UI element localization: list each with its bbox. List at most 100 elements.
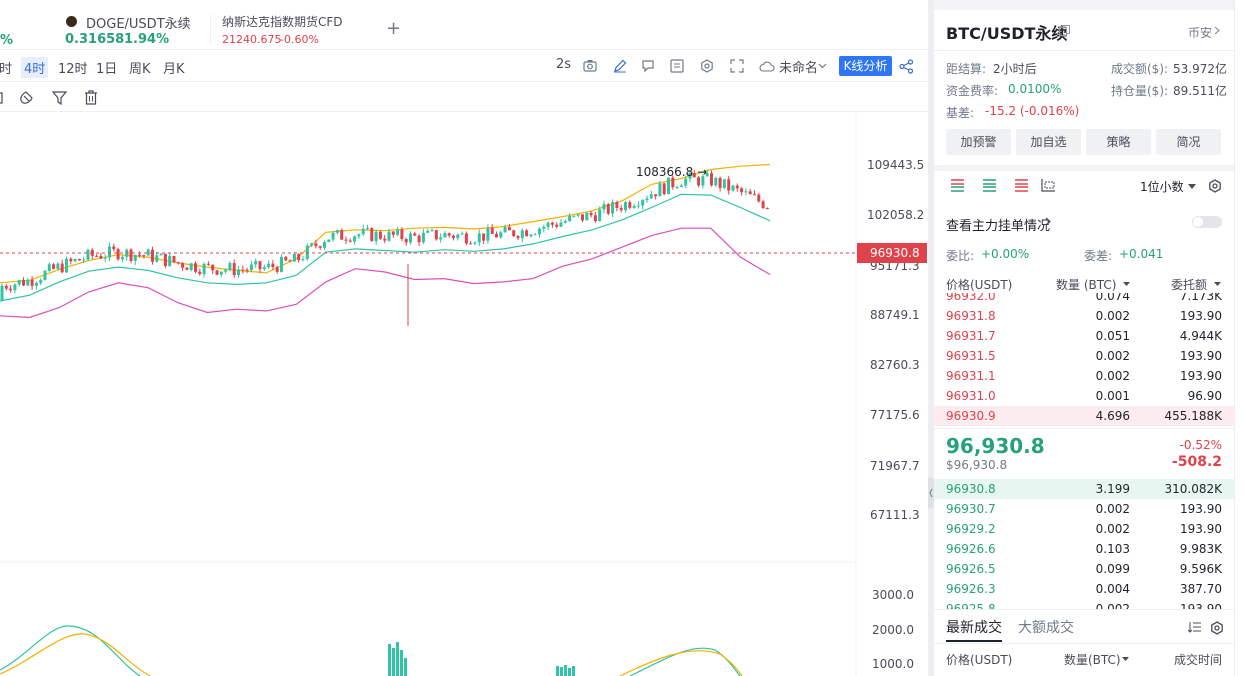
candle-body <box>473 242 477 244</box>
candle-body <box>589 212 593 216</box>
candle-body <box>56 263 60 269</box>
camera-icon[interactable] <box>583 59 597 73</box>
ask-total: 193.90 <box>1180 369 1222 383</box>
layout-name[interactable]: 未命名 <box>779 57 818 76</box>
candle-body <box>245 269 249 271</box>
settings-icon[interactable] <box>700 59 714 73</box>
filter-icon[interactable] <box>52 90 67 106</box>
chevron-right-icon[interactable] <box>1214 26 1220 35</box>
copy-icon[interactable] <box>1059 25 1070 36</box>
ask-row[interactable]: 96931.8 0.002 193.90 <box>934 306 1234 326</box>
tf-month[interactable]: 月K <box>160 57 188 78</box>
ask-row[interactable]: 96931.0 0.001 96.90 <box>934 386 1234 406</box>
candle-body <box>108 246 111 258</box>
candle-body <box>99 255 103 259</box>
annotate-icon[interactable] <box>641 59 655 73</box>
candle-body <box>215 270 219 275</box>
tf-1d[interactable]: 1日 <box>93 57 120 78</box>
chevron-down-icon[interactable] <box>1214 282 1221 286</box>
chevron-right-icon[interactable] <box>1045 217 1051 226</box>
ask-row[interactable]: 96931.5 0.002 193.90 <box>934 346 1234 366</box>
kline-analysis-button[interactable]: K线分析 <box>839 56 892 76</box>
asks-list: 96932.0 0.074 7.173K 96931.8 0.002 193.90 96… <box>934 293 1234 439</box>
add-tab-button[interactable]: + <box>386 18 401 39</box>
decimals-select[interactable]: 1位小数 <box>1140 178 1184 195</box>
bid-row[interactable]: 96926.5 0.099 9.596K <box>934 559 1234 579</box>
pencil-icon[interactable] <box>613 59 627 73</box>
chevron-down-icon[interactable] <box>1123 282 1130 286</box>
tab-latest-trades[interactable]: 最新成交 <box>946 617 1002 637</box>
candle-body <box>520 230 524 239</box>
candle-body <box>159 253 163 256</box>
candle-body <box>13 284 17 291</box>
candle-body <box>568 215 572 222</box>
ticker-nasdaq-name: 纳斯达克指数期货CFD <box>222 15 343 29</box>
exchange-link[interactable]: 币安 <box>1188 24 1212 41</box>
market-panel: BTC/USDT永续 币安 距结算: 2小时后 成交额($): 53.972亿 … <box>934 10 1234 676</box>
fullscreen-icon[interactable] <box>730 59 744 73</box>
add-watchlist-button[interactable]: 加自选 <box>1016 129 1081 155</box>
indicator-template-icon[interactable] <box>670 59 684 73</box>
symbol-title: BTC/USDT永续 <box>946 24 1068 43</box>
col-total[interactable]: 委托额 <box>1171 276 1207 293</box>
orderbook-asks-icon[interactable] <box>1014 178 1029 192</box>
orderbook-settings-icon[interactable] <box>1208 179 1222 193</box>
change-absolute: -508.2 <box>1171 454 1222 470</box>
tf-4h[interactable]: 4时 <box>21 57 49 78</box>
col-qty[interactable]: 数量 (BTC) <box>1056 276 1116 293</box>
strategy-button[interactable]: 策略 <box>1086 129 1151 155</box>
overview-button[interactable]: 简况 <box>1156 129 1221 155</box>
chevron-down-icon[interactable] <box>1122 657 1129 661</box>
ask-row[interactable]: 96931.7 0.051 4.944K <box>934 326 1234 346</box>
bid-row[interactable]: 96929.2 0.002 193.90 <box>934 519 1234 539</box>
interval-label[interactable]: 2s <box>556 57 571 72</box>
ask-row[interactable]: 96931.1 0.002 193.90 <box>934 366 1234 386</box>
candle-body <box>624 202 627 211</box>
candle-body <box>262 267 266 270</box>
tf-12h[interactable]: 12时 <box>55 57 91 78</box>
candle-body <box>361 228 365 235</box>
trades-settings-icon[interactable] <box>1210 621 1224 635</box>
tf-week[interactable]: 周K <box>126 57 154 78</box>
depth-toggle[interactable] <box>1192 216 1222 228</box>
orderbook-depth-icon[interactable] <box>1041 178 1056 192</box>
bid-row-highlight[interactable]: 96930.8 3.199 310.082K <box>934 479 1234 499</box>
ask-row-highlight[interactable]: 96930.9 4.696 455.188K <box>934 406 1234 426</box>
depth-label[interactable]: 查看主力挂单情况 <box>946 215 1050 234</box>
magnet-icon[interactable] <box>19 90 35 106</box>
trade-col-qty[interactable]: 数量(BTC) <box>1064 651 1121 668</box>
ask-qty: 0.002 <box>1095 349 1130 363</box>
add-alert-button[interactable]: 加预警 <box>946 129 1011 155</box>
bid-row[interactable]: 96930.7 0.002 193.90 <box>934 499 1234 519</box>
ask-qty: 0.002 <box>1095 369 1130 383</box>
candle-body <box>602 204 606 210</box>
price-chart[interactable]: 108366.8 → 109443.5 102058.2 95171.3 887… <box>0 114 928 676</box>
cursor-tool-icon[interactable] <box>0 91 6 105</box>
orderbook-bids-icon[interactable] <box>982 178 997 192</box>
ask-price: 96931.0 <box>946 389 996 403</box>
divider <box>934 50 1234 51</box>
tf-hour[interactable]: 时 <box>0 57 15 78</box>
candle-body <box>503 227 507 233</box>
price-axis-label: 82760.3 <box>870 358 920 372</box>
ask-row[interactable]: 96932.0 0.074 7.173K <box>934 293 1234 306</box>
bid-row[interactable]: 96925.8 0.002 193.90 <box>934 599 1234 609</box>
tab-large-trades[interactable]: 大额成交 <box>1018 617 1074 637</box>
band-line-0 <box>0 163 771 284</box>
bid-row[interactable]: 96926.3 0.004 387.70 <box>934 579 1234 599</box>
candle-body <box>426 230 430 233</box>
orderbook-both-icon[interactable] <box>950 178 965 192</box>
candle-body <box>722 179 726 188</box>
candle-body <box>417 235 421 243</box>
candle-body <box>185 267 189 270</box>
divider <box>934 428 1234 429</box>
chevron-down-icon[interactable] <box>818 63 827 69</box>
chevron-down-icon[interactable] <box>1188 184 1196 189</box>
bid-row[interactable]: 96926.6 0.103 9.983K <box>934 539 1234 559</box>
divider <box>934 609 1234 610</box>
share-icon[interactable] <box>899 59 914 74</box>
candle-body <box>434 230 438 240</box>
sort-icon[interactable] <box>1188 621 1202 634</box>
trash-icon[interactable] <box>84 90 98 106</box>
cloud-icon[interactable] <box>759 60 775 72</box>
